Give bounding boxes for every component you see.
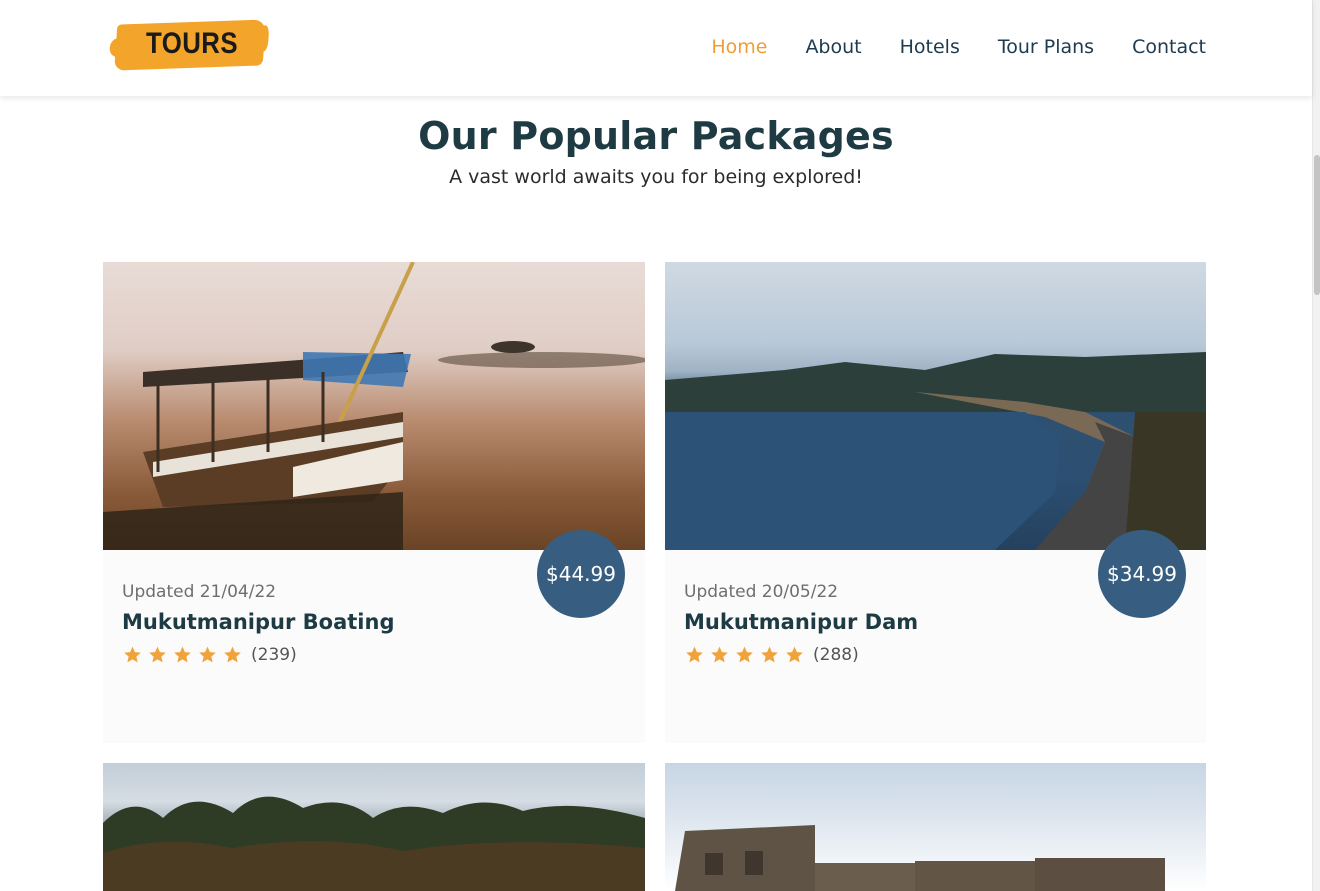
package-photo-boating: [103, 262, 645, 550]
updated-date: Updated 21/04/22: [122, 582, 277, 602]
star-icon: [736, 646, 753, 663]
star-icon: [124, 646, 141, 663]
star-icon: [174, 646, 191, 663]
main-nav: Home About Hotels Tour Plans Contact: [711, 36, 1206, 58]
section-subtitle: A vast world awaits you for being explor…: [449, 166, 863, 188]
package-card[interactable]: $34.99 Updated 20/05/22 Mukutmanipur Dam…: [665, 262, 1206, 743]
review-count: (239): [251, 645, 297, 665]
package-title[interactable]: Mukutmanipur Dam: [684, 610, 918, 634]
package-photo-forest: [103, 763, 645, 891]
boat-illustration: [103, 262, 645, 550]
nav-tour-plans[interactable]: Tour Plans: [998, 36, 1094, 58]
nav-contact[interactable]: Contact: [1132, 36, 1206, 58]
package-card[interactable]: [103, 763, 645, 891]
forest-illustration: [103, 796, 645, 891]
star-rating: (288): [684, 645, 859, 665]
star-icon: [224, 646, 241, 663]
review-count: (288): [813, 645, 859, 665]
page-scrollbar[interactable]: [1312, 0, 1320, 891]
star-icon: [761, 646, 778, 663]
section-heading: Our Popular Packages A vast world awaits…: [0, 114, 1312, 188]
scrollbar-thumb[interactable]: [1314, 155, 1320, 295]
site-header: TOURS Home About Hotels Tour Plans Conta…: [0, 0, 1312, 96]
package-title[interactable]: Mukutmanipur Boating: [122, 610, 394, 634]
nav-about[interactable]: About: [805, 36, 861, 58]
star-icon: [786, 646, 803, 663]
star-icon: [686, 646, 703, 663]
logo-text: TOURS: [146, 27, 238, 60]
star-icon: [199, 646, 216, 663]
site-logo[interactable]: TOURS: [114, 18, 266, 74]
price-badge: $34.99: [1098, 530, 1186, 618]
dam-illustration: [665, 352, 1206, 550]
package-card[interactable]: $44.99 Updated 21/04/22 Mukutmanipur Boa…: [103, 262, 645, 743]
star-rating: (239): [122, 645, 297, 665]
palace-illustration: [675, 825, 1165, 891]
price-badge: $44.99: [537, 530, 625, 618]
package-photo-palace: [665, 763, 1206, 891]
package-photo-dam: [665, 262, 1206, 550]
star-icon: [149, 646, 166, 663]
section-title: Our Popular Packages: [418, 114, 894, 158]
star-icon: [711, 646, 728, 663]
updated-date: Updated 20/05/22: [684, 582, 839, 602]
nav-hotels[interactable]: Hotels: [900, 36, 960, 58]
nav-home[interactable]: Home: [711, 36, 767, 58]
package-card[interactable]: [665, 763, 1206, 891]
